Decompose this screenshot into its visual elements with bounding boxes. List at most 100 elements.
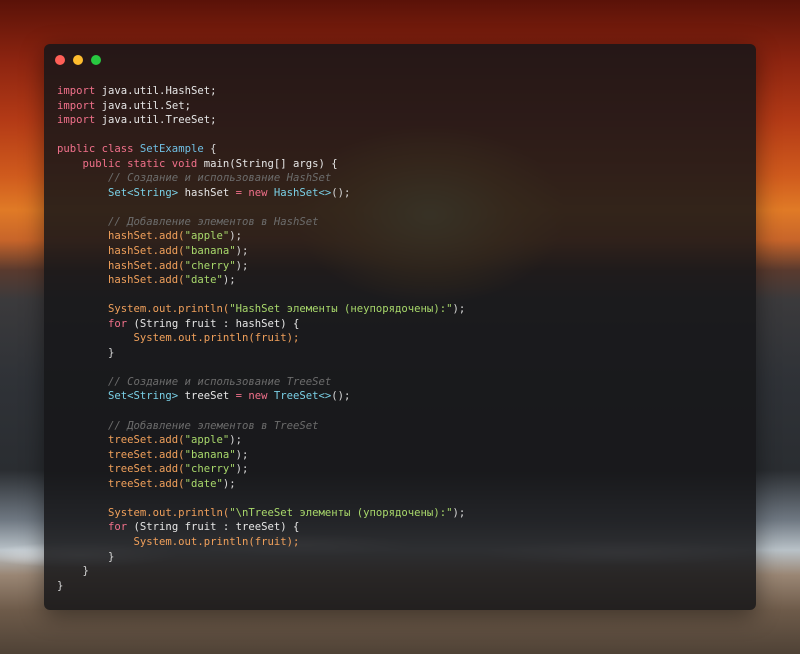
code-token: // Создание и использование TreeSet	[57, 375, 332, 388]
minimize-button[interactable]	[73, 55, 83, 65]
code-line: treeSet.add("apple");	[57, 433, 746, 448]
code-token: hashSet	[178, 186, 236, 199]
code-token: main(String[] args) {	[203, 157, 338, 170]
close-button[interactable]	[55, 55, 65, 65]
code-line: System.out.println(fruit);	[57, 331, 746, 346]
code-token: );	[229, 230, 242, 243]
code-token: }	[57, 565, 89, 578]
code-token: = new	[235, 186, 274, 199]
code-token: "\nTreeSet элементы (упорядочены):"	[229, 506, 453, 519]
code-token: "banana"	[184, 448, 236, 461]
code-line: }	[57, 346, 746, 361]
code-token: System.out.println(fruit);	[57, 332, 300, 345]
code-line: Set<String> treeSet = new TreeSet<>();	[57, 389, 746, 404]
code-window: import java.util.HashSet; import java.uti…	[44, 44, 756, 610]
code-line: import java.util.HashSet;	[57, 84, 746, 99]
code-line: import java.util.TreeSet;	[57, 113, 746, 128]
code-token: = new	[235, 390, 274, 403]
window-controls	[55, 55, 101, 65]
code-line: System.out.println(fruit);	[57, 535, 746, 550]
code-token: public class	[57, 143, 140, 156]
code-token: Set<String>	[108, 186, 179, 199]
code-line: for (String fruit : hashSet) {	[57, 317, 746, 332]
code-line: public class SetExample {	[57, 142, 746, 157]
code-token: );	[452, 506, 466, 519]
code-token: ();	[331, 390, 351, 403]
code-token: "date"	[184, 477, 223, 490]
code-line: // Добавление элементов в TreeSet	[57, 419, 746, 434]
code-token: // Добавление элементов в HashSet	[57, 215, 319, 228]
code-line: public static void main(String[] args) {	[57, 157, 746, 172]
maximize-button[interactable]	[91, 55, 101, 65]
code-line: treeSet.add("date");	[57, 477, 746, 492]
code-token: public static void	[57, 157, 204, 170]
code-token: "HashSet элементы (неупорядочены):"	[229, 303, 453, 316]
code-token: hashSet.add(	[57, 230, 185, 243]
code-token: treeSet	[178, 390, 236, 403]
code-line: for (String fruit : treeSet) {	[57, 520, 746, 535]
code-token: }	[57, 550, 115, 563]
code-token: (String fruit : treeSet) {	[133, 521, 300, 534]
code-token: // Добавление элементов в TreeSet	[57, 419, 319, 432]
code-line: treeSet.add("banana");	[57, 448, 746, 463]
code-token: );	[235, 245, 249, 258]
code-token: }	[57, 346, 115, 359]
code-token: Set<String>	[108, 390, 179, 403]
code-line: }	[57, 564, 746, 579]
code-token: import	[57, 114, 96, 127]
code-line: // Добавление элементов в HashSet	[57, 215, 746, 230]
code-line: System.out.println("\nTreeSet элементы (…	[57, 506, 746, 521]
code-line: // Создание и использование TreeSet	[57, 375, 746, 390]
code-token: hashSet.add(	[57, 259, 185, 272]
code-token: treeSet.add(	[57, 448, 185, 461]
code-line: treeSet.add("cherry");	[57, 462, 746, 477]
code-token: "cherry"	[184, 463, 236, 476]
code-token: "date"	[184, 274, 223, 287]
code-token: java.util.HashSet;	[95, 85, 217, 97]
code-token: System.out.println(	[57, 303, 230, 316]
code-token: treeSet.add(	[57, 434, 185, 447]
code-token: import	[57, 99, 96, 112]
code-token: );	[235, 463, 249, 476]
code-token: for	[57, 521, 134, 534]
code-line: hashSet.add("date");	[57, 273, 746, 288]
code-token: {	[203, 143, 217, 156]
code-token: treeSet.add(	[57, 463, 185, 476]
code-line: System.out.println("HashSet элементы (не…	[57, 302, 746, 317]
code-token: for	[57, 317, 134, 330]
code-token: treeSet.add(	[57, 477, 185, 490]
code-token: System.out.println(fruit);	[57, 535, 300, 548]
code-line: hashSet.add("banana");	[57, 244, 746, 259]
code-line: hashSet.add("cherry");	[57, 259, 746, 274]
code-token: }	[57, 579, 64, 592]
code-token: SetExample	[139, 143, 204, 156]
code-token: System.out.println(	[57, 506, 230, 519]
code-token: hashSet.add(	[57, 274, 185, 287]
code-token: );	[222, 274, 236, 287]
code-token: java.util.Set;	[95, 99, 191, 112]
code-token: hashSet.add(	[57, 245, 185, 258]
code-token: "cherry"	[184, 259, 236, 272]
code-token: );	[222, 477, 236, 490]
code-token: import	[57, 85, 96, 97]
code-line: }	[57, 579, 746, 594]
code-token: ();	[331, 186, 351, 199]
code-token: );	[229, 434, 242, 447]
code-token: (String fruit : hashSet) {	[133, 317, 300, 330]
code-token: );	[235, 448, 249, 461]
code-token: );	[452, 303, 466, 316]
code-line: }	[57, 550, 746, 565]
code-editor: import java.util.HashSet; import java.uti…	[57, 84, 746, 593]
code-line: // Создание и использование HashSet	[57, 171, 746, 186]
code-token: );	[235, 259, 249, 272]
code-line: Set<String> hashSet = new HashSet<>();	[57, 186, 746, 201]
code-token: java.util.TreeSet;	[95, 114, 217, 127]
